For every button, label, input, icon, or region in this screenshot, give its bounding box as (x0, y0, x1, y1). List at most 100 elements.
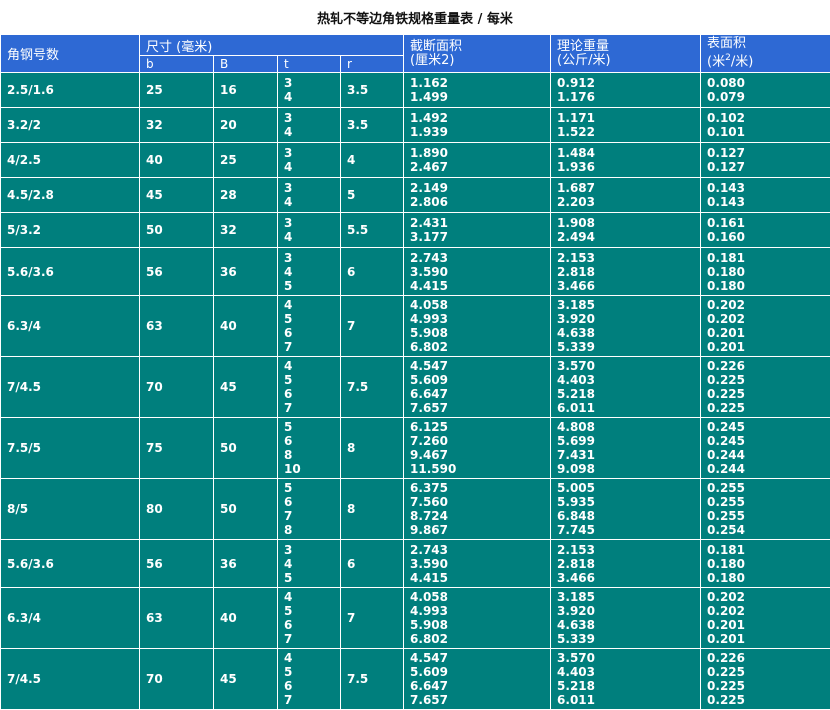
cell-t: 5678 (278, 479, 341, 540)
table-row: 5.6/3.6563634562.7433.5904.4152.1532.818… (1, 248, 830, 296)
cell-surface-line: 0.143 (707, 195, 830, 209)
cell-weight-line: 2.818 (557, 265, 700, 279)
cell-surface: 0.2020.2020.2010.201 (701, 296, 830, 357)
cell-t: 4567 (278, 357, 341, 418)
cell-surface-line: 0.143 (707, 181, 830, 195)
cell-area-line: 6.802 (410, 340, 550, 354)
cell-b: 50 (140, 213, 214, 248)
cell-area-line: 6.375 (410, 481, 550, 495)
cell-surface-line: 0.127 (707, 146, 830, 160)
cell-t-line: 8 (284, 448, 340, 462)
cell-t-line: 5 (284, 481, 340, 495)
cell-surface: 0.2260.2250.2250.225 (701, 649, 830, 710)
cell-t-line: 4 (284, 160, 340, 174)
cell-surface: 0.2020.2020.2010.201 (701, 588, 830, 649)
cell-weight-line: 4.638 (557, 326, 700, 340)
cell-surface-line: 0.244 (707, 448, 830, 462)
cell-t-line: 3 (284, 216, 340, 230)
cell-weight-line: 2.494 (557, 230, 700, 244)
cell-area-line: 9.867 (410, 523, 550, 537)
page-title: 热轧不等边角铁规格重量表 / 每米 (0, 0, 830, 35)
header-surface-post: /米) (731, 55, 753, 70)
cell-surface-line: 0.201 (707, 618, 830, 632)
table-row: 3.2/23220343.51.4921.9391.1711.5220.1020… (1, 108, 830, 143)
cell-weight: 3.1853.9204.6385.339 (551, 296, 701, 357)
cell-t-line: 6 (284, 618, 340, 632)
table-row: 4.5/2.845283452.1492.8061.6872.2030.1430… (1, 178, 830, 213)
cell-t: 34 (278, 108, 341, 143)
cell-area-line: 7.260 (410, 434, 550, 448)
cell-b: 80 (140, 479, 214, 540)
cell-area: 4.5475.6096.6477.657 (404, 357, 551, 418)
cell-area-line: 2.743 (410, 251, 550, 265)
cell-b: 25 (140, 73, 214, 108)
cell-surface-line: 0.245 (707, 420, 830, 434)
cell-weight-line: 1.176 (557, 90, 700, 104)
cell-t: 34 (278, 213, 341, 248)
cell-surface: 0.1020.101 (701, 108, 830, 143)
cell-weight: 3.1853.9204.6385.339 (551, 588, 701, 649)
cell-area-line: 2.806 (410, 195, 550, 209)
cell-t: 4567 (278, 588, 341, 649)
cell-r: 7.5 (341, 649, 404, 710)
cell-t-line: 6 (284, 679, 340, 693)
cell-t: 34 (278, 73, 341, 108)
cell-weight-line: 2.153 (557, 251, 700, 265)
cell-t-line: 10 (284, 462, 340, 476)
cell-B: 40 (214, 296, 278, 357)
cell-b: 70 (140, 357, 214, 418)
cell-B: 40 (214, 588, 278, 649)
cell-surface-line: 0.244 (707, 462, 830, 476)
cell-t-line: 3 (284, 76, 340, 90)
cell-t-line: 4 (284, 125, 340, 139)
cell-weight-line: 5.699 (557, 434, 700, 448)
cell-weight-line: 1.484 (557, 146, 700, 160)
cell-surface: 0.2450.2450.2440.244 (701, 418, 830, 479)
cell-surface-line: 0.225 (707, 387, 830, 401)
cell-surface-line: 0.225 (707, 679, 830, 693)
cell-t-line: 5 (284, 312, 340, 326)
cell-surface-line: 0.181 (707, 251, 830, 265)
cell-weight: 4.8085.6997.4319.098 (551, 418, 701, 479)
cell-t-line: 4 (284, 265, 340, 279)
cell-surface-line: 0.201 (707, 340, 830, 354)
cell-t-line: 4 (284, 90, 340, 104)
cell-weight: 1.4841.936 (551, 143, 701, 178)
cell-surface-line: 0.202 (707, 312, 830, 326)
cell-model: 5.6/3.6 (1, 540, 140, 588)
cell-area: 2.4313.177 (404, 213, 551, 248)
cell-weight-line: 9.098 (557, 462, 700, 476)
header-B: B (214, 56, 278, 73)
cell-t-line: 5 (284, 571, 340, 585)
table-row: 6.3/46340456774.0584.9935.9086.8023.1853… (1, 588, 830, 649)
cell-b: 75 (140, 418, 214, 479)
cell-area-line: 4.993 (410, 312, 550, 326)
cell-weight-line: 4.808 (557, 420, 700, 434)
cell-weight-line: 5.339 (557, 632, 700, 646)
cell-area-line: 5.908 (410, 326, 550, 340)
cell-t-line: 3 (284, 543, 340, 557)
cell-t-line: 4 (284, 359, 340, 373)
cell-b: 45 (140, 178, 214, 213)
cell-weight-line: 2.153 (557, 543, 700, 557)
cell-weight-line: 4.403 (557, 373, 700, 387)
header-surface-line1: 表面积 (707, 37, 830, 51)
cell-area-line: 1.162 (410, 76, 550, 90)
cell-area-line: 2.431 (410, 216, 550, 230)
cell-weight-line: 5.218 (557, 387, 700, 401)
cell-model: 4.5/2.8 (1, 178, 140, 213)
cell-t-line: 7 (284, 340, 340, 354)
header-t: t (278, 56, 341, 73)
cell-surface: 0.0800.079 (701, 73, 830, 108)
cell-area-line: 5.609 (410, 373, 550, 387)
cell-surface-line: 0.161 (707, 216, 830, 230)
cell-B: 28 (214, 178, 278, 213)
cell-weight-line: 2.203 (557, 195, 700, 209)
cell-weight-line: 4.638 (557, 618, 700, 632)
cell-area-line: 2.467 (410, 160, 550, 174)
cell-model: 2.5/1.6 (1, 73, 140, 108)
header-weight-line1: 理论重量 (557, 40, 700, 54)
cell-area-line: 6.647 (410, 679, 550, 693)
cell-weight: 2.1532.8183.466 (551, 540, 701, 588)
cell-t-line: 4 (284, 298, 340, 312)
